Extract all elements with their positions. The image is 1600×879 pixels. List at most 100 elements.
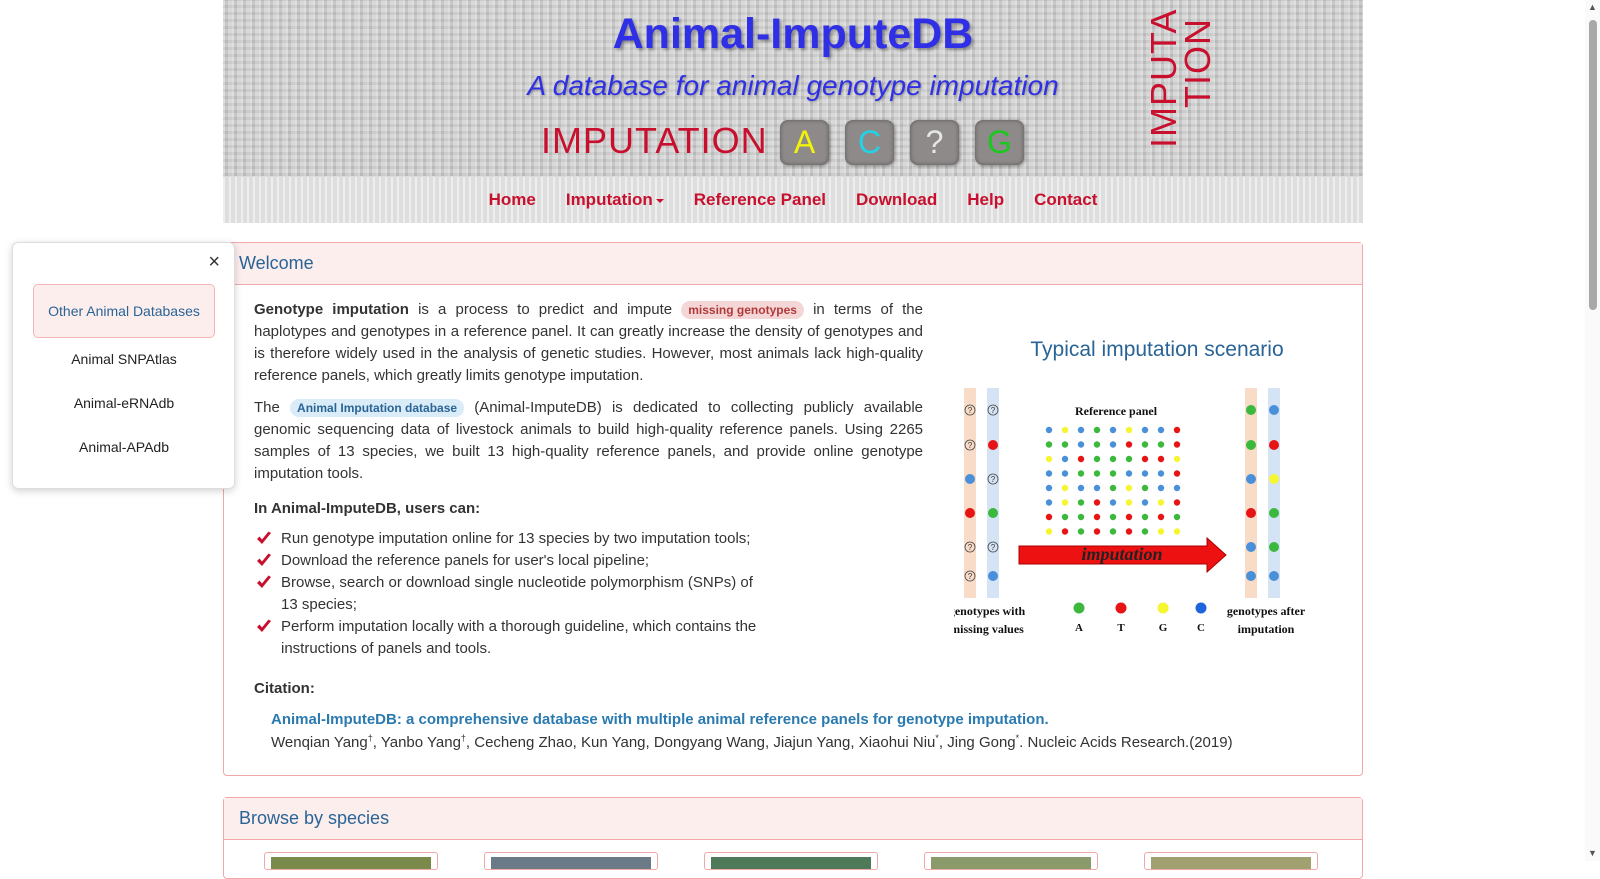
author-text: . Nucleic Acids Research.(2019) [1019,734,1233,751]
reference-panel-dot [1141,455,1149,463]
species-card[interactable] [264,852,438,870]
left-caption-line-1: genotypes with [954,604,1025,618]
reference-panel-dot [1109,499,1117,506]
right-caption-line-2: imputation [1238,622,1295,636]
imputed-genotype-dot [1269,474,1279,484]
left-column-1 [964,388,976,598]
check-icon [257,531,271,544]
reference-panel-dot [1109,455,1117,463]
imputation-scenario-figure: ??????? Reference panel imputation genot… [954,388,1306,636]
nav-home[interactable]: Home [474,177,551,223]
link-animal-ernadb[interactable]: Animal-eRNAdb [33,395,215,411]
imputation-arrow-label: imputation [1081,544,1162,564]
reference-panel-dot [1093,441,1101,448]
reference-panel-dot [1061,513,1069,521]
author-text: , Cecheng Zhao, Kun Yang, Dongyang Wang,… [465,734,936,751]
author-text: Wenqian Yang [271,734,368,751]
legend-dot [1115,602,1127,614]
reference-panel-dot [1077,441,1085,448]
missing-genotype-mark-glyph: ? [968,441,973,450]
missing-genotype-mark-glyph: ? [968,406,973,415]
reference-panel-dot [1157,499,1165,506]
base-c-badge: C [845,120,894,165]
imputed-genotype-dot [1246,440,1256,450]
caret-down-icon [655,198,664,203]
reference-panel-dot [1077,484,1085,492]
reference-panel-dot [1157,470,1165,477]
reference-panel-dot [1173,441,1181,448]
nucleotide-legend: ATGC [1073,602,1207,634]
nav-download[interactable]: Download [841,177,952,223]
reference-panel-dot [1077,470,1085,477]
nav-imputation-dropdown[interactable]: Imputation [551,177,679,223]
imputed-genotype-dot [1246,405,1256,415]
genotype-dot [988,440,998,450]
reference-panel-dot [1173,470,1181,477]
imputed-genotype-dot [1269,542,1279,552]
nav-reference-panel[interactable]: Reference Panel [679,177,841,223]
missing-genotype-mark-glyph: ? [968,572,973,581]
reference-panel-dot [1061,455,1069,463]
imputed-genotype-dot [1269,440,1279,450]
missing-genotype-mark-glyph: ? [991,543,996,552]
reference-panel-dot [1093,470,1101,477]
intro-bold-term: Genotype imputation [254,301,409,318]
citation-heading: Citation: [254,680,315,697]
reference-panel-dot [1045,528,1053,535]
reference-panel-dot [1045,441,1053,448]
link-animal-snpatlas[interactable]: Animal SNPAtlas [33,351,215,367]
vertical-imputation-text: IMPUTA TION [1143,9,1218,148]
reference-panel-dot [1061,528,1069,535]
imputed-genotype-dot [1246,474,1256,484]
db-text-a: The [254,399,291,416]
missing-genotype-mark-glyph: ? [968,543,973,552]
link-animal-apadb[interactable]: Animal-APAdb [33,439,215,455]
close-icon[interactable]: × [208,251,220,274]
legend-label: C [1197,622,1205,634]
right-column-1 [1245,388,1257,598]
missing-genotypes-tag: missing genotypes [681,301,804,319]
reference-panel-dot [1157,441,1165,448]
check-icon [257,575,271,588]
browse-heading: Browse by species [224,798,1362,840]
reference-panel-dot [1141,426,1149,434]
welcome-heading: Welcome [224,243,1362,285]
reference-panel-dot [1125,441,1133,448]
page-scrollbar[interactable]: ▲ ▼ [1585,0,1600,861]
legend-dot [1073,602,1085,614]
reference-panel-dot [1157,455,1165,463]
other-databases-panel: × Other Animal Databases Animal SNPAtlas… [12,242,235,489]
legend-label: G [1159,622,1168,634]
species-card[interactable] [484,852,658,870]
scroll-down-icon[interactable]: ▼ [1588,848,1597,858]
reference-panel-dot [1093,426,1101,434]
reference-panel-dot [1077,426,1085,434]
reference-panel-dot [1077,455,1085,463]
species-card[interactable] [1144,852,1318,870]
nav-contact[interactable]: Contact [1019,177,1112,223]
left-column-2 [987,388,999,598]
scroll-thumb[interactable] [1589,20,1597,310]
right-caption-line-1: genotypes after [1227,604,1306,618]
citation-title-link[interactable]: Animal-ImputeDB: a comprehensive databas… [271,711,1049,728]
scroll-up-icon[interactable]: ▲ [1588,2,1597,12]
legend-dot [1157,602,1169,614]
reference-panel-dots [1045,426,1181,535]
reference-panel-dot [1093,513,1101,521]
reference-panel-dot [1045,484,1053,492]
reference-panel-dot [1061,426,1069,434]
reference-panel-dot [1045,470,1053,477]
species-card[interactable] [924,852,1098,870]
species-card[interactable] [704,852,878,870]
author-text: , Jing Gong [938,734,1016,751]
nav-help[interactable]: Help [952,177,1019,223]
imputed-genotype-dot [1269,571,1279,581]
reference-panel-dot [1125,455,1133,463]
legend-dot [1195,602,1207,614]
reference-panel-dot [1173,426,1181,434]
feature-item: Run genotype imputation online for 13 sp… [254,528,774,550]
animal-imputation-db-tag: Animal Imputation database [290,399,465,417]
species-thumbnail [491,857,651,869]
reference-panel-dot [1109,513,1117,521]
reference-panel-dot [1045,513,1053,521]
